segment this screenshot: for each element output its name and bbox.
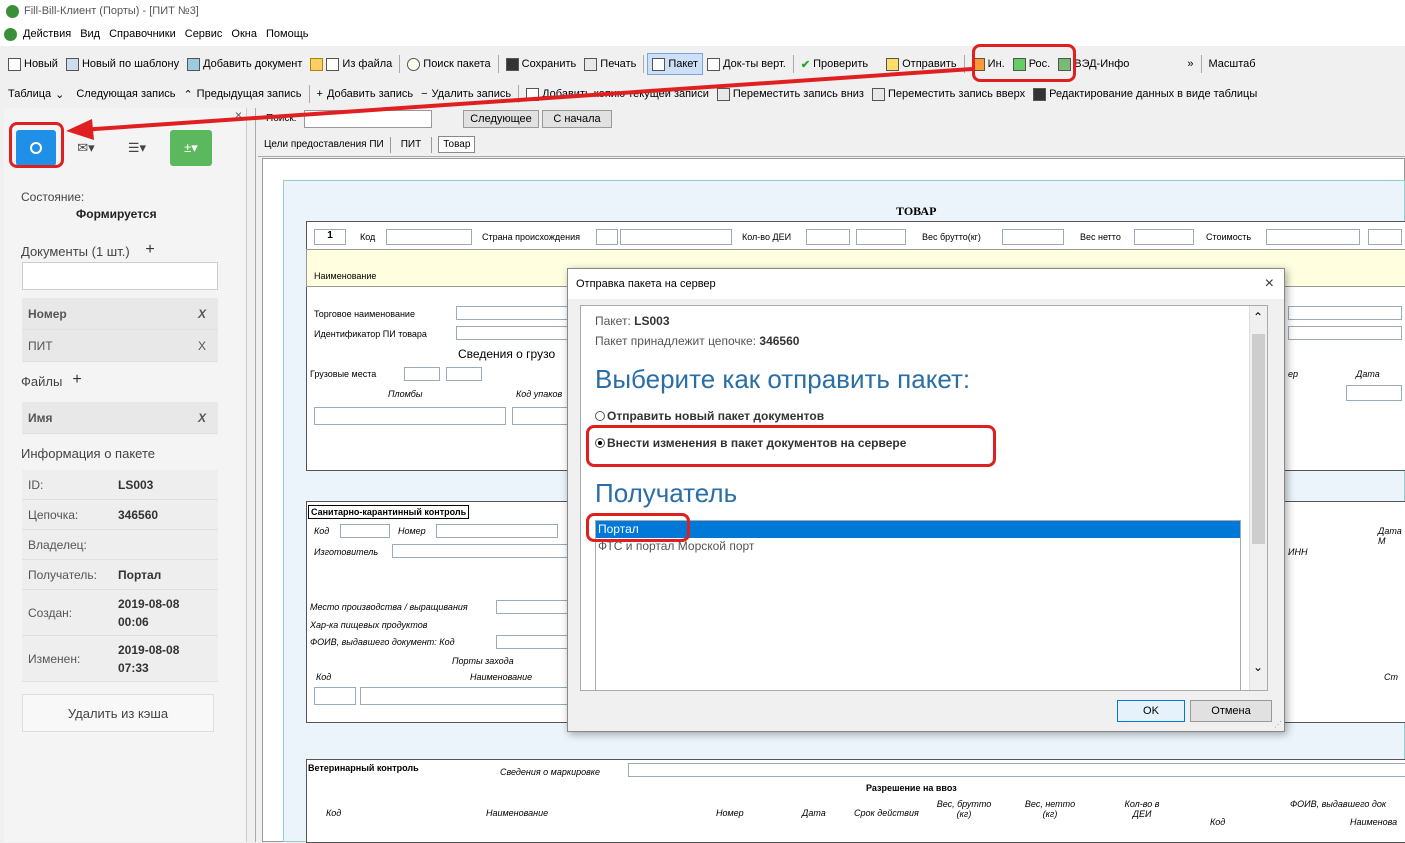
- annotation-arrow: [66, 67, 973, 140]
- annotation-arrow-line: [79, 67, 973, 132]
- annotation-arrow-head: [66, 119, 94, 140]
